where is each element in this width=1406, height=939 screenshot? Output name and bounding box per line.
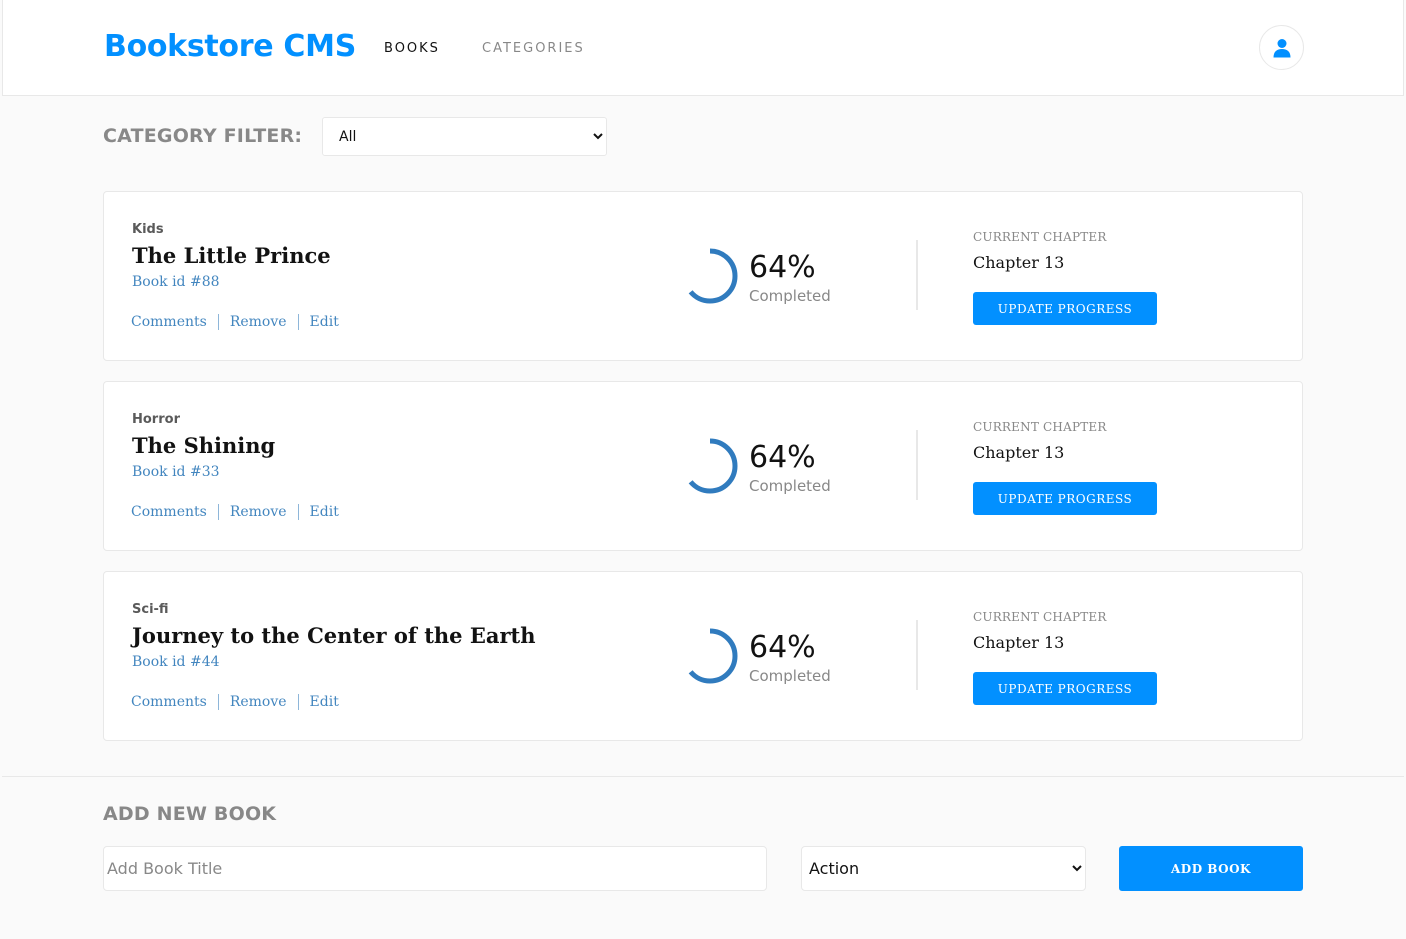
- progress-ring: [682, 248, 738, 304]
- edit-button[interactable]: Edit: [310, 694, 339, 710]
- nav-books-link[interactable]: BOOKS: [384, 41, 440, 56]
- user-avatar-button[interactable]: [1259, 25, 1304, 70]
- current-chapter-label: CURRENT CHAPTER: [973, 420, 1107, 434]
- progress-percent: 64%: [749, 630, 816, 665]
- book-title: The Little Prince: [132, 243, 331, 268]
- update-progress-button[interactable]: UPDATE PROGRESS: [973, 292, 1157, 325]
- category-filter-select[interactable]: All: [322, 117, 607, 156]
- action-divider: [297, 694, 299, 710]
- comments-button[interactable]: Comments: [131, 694, 207, 710]
- add-book-button[interactable]: ADD BOOK: [1119, 846, 1303, 891]
- book-card: Kids The Little Prince Book id #88 Comme…: [103, 191, 1303, 361]
- action-divider: [297, 504, 299, 520]
- book-actions: Comments Remove Edit: [131, 694, 339, 710]
- book-actions: Comments Remove Edit: [131, 314, 339, 330]
- update-progress-button[interactable]: UPDATE PROGRESS: [973, 482, 1157, 515]
- add-book-heading: ADD NEW BOOK: [103, 803, 277, 825]
- user-icon: [1273, 38, 1290, 57]
- nav-categories-link[interactable]: CATEGORIES: [482, 41, 585, 56]
- action-divider: [217, 314, 219, 330]
- current-chapter-value: Chapter 13: [973, 633, 1065, 652]
- progress-arc: [682, 628, 738, 684]
- book-title-input[interactable]: [103, 846, 767, 891]
- current-chapter-value: Chapter 13: [973, 253, 1065, 272]
- category-filter-label: CATEGORY FILTER:: [103, 125, 303, 147]
- book-actions: Comments Remove Edit: [131, 504, 339, 520]
- vertical-divider: [916, 240, 918, 310]
- form-divider: [2, 776, 1404, 777]
- edit-button[interactable]: Edit: [310, 504, 339, 520]
- comments-button[interactable]: Comments: [131, 314, 207, 330]
- progress-arc: [682, 248, 738, 304]
- book-id: Book id #44: [132, 654, 220, 670]
- progress-arc: [682, 438, 738, 494]
- book-category: Kids: [132, 222, 164, 237]
- book-card: Sci-fi Journey to the Center of the Eart…: [103, 571, 1303, 741]
- progress-percent: 64%: [749, 250, 816, 285]
- current-chapter-value: Chapter 13: [973, 443, 1065, 462]
- book-title: Journey to the Center of the Earth: [132, 623, 536, 648]
- action-divider: [297, 314, 299, 330]
- book-category-select[interactable]: Action: [801, 846, 1086, 891]
- app-header: Bookstore CMS BOOKS CATEGORIES: [2, 0, 1404, 96]
- progress-ring: [682, 438, 738, 494]
- current-chapter-label: CURRENT CHAPTER: [973, 610, 1107, 624]
- completed-label: Completed: [749, 477, 831, 495]
- action-divider: [217, 694, 219, 710]
- progress-ring: [682, 628, 738, 684]
- comments-button[interactable]: Comments: [131, 504, 207, 520]
- completed-label: Completed: [749, 287, 831, 305]
- update-progress-button[interactable]: UPDATE PROGRESS: [973, 672, 1157, 705]
- app-logo[interactable]: Bookstore CMS: [104, 29, 356, 64]
- remove-button[interactable]: Remove: [230, 694, 287, 710]
- book-id: Book id #88: [132, 274, 220, 290]
- book-title: The Shining: [132, 433, 276, 458]
- vertical-divider: [916, 620, 918, 690]
- vertical-divider: [916, 430, 918, 500]
- book-card: Horror The Shining Book id #33 Comments …: [103, 381, 1303, 551]
- remove-button[interactable]: Remove: [230, 504, 287, 520]
- action-divider: [217, 504, 219, 520]
- book-category: Horror: [132, 412, 180, 427]
- current-chapter-label: CURRENT CHAPTER: [973, 230, 1107, 244]
- completed-label: Completed: [749, 667, 831, 685]
- edit-button[interactable]: Edit: [310, 314, 339, 330]
- progress-percent: 64%: [749, 440, 816, 475]
- book-category: Sci-fi: [132, 602, 169, 617]
- book-id: Book id #33: [132, 464, 220, 480]
- remove-button[interactable]: Remove: [230, 314, 287, 330]
